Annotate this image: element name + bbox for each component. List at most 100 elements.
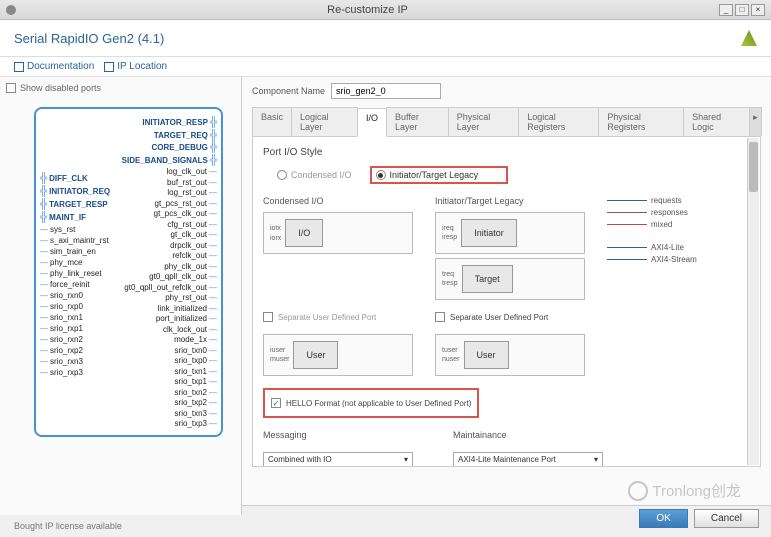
treq-label: treq <box>442 271 458 278</box>
output-pin: gt0_qpll_out_refclk_out — <box>124 283 217 292</box>
chevron-down-icon: ▾ <box>594 455 598 464</box>
output-pin: gt_clk_out — <box>171 230 217 239</box>
input-pin: — srio_rxp2 <box>40 346 110 355</box>
footer: OK Cancel <box>242 505 771 531</box>
ip-symbol[interactable]: ╬ DIFF_CLK╬ INITIATOR_REQ╬ TARGET_RESP╬ … <box>34 107 223 437</box>
ip-location-label: IP Location <box>117 61 167 72</box>
diagram-row-1: Condensed I/O iotxiorx I/O Initiator/Tar… <box>263 196 750 300</box>
output-pin: log_rst_out — <box>167 188 217 197</box>
input-pins: ╬ DIFF_CLK╬ INITIATOR_REQ╬ TARGET_RESP╬ … <box>40 117 110 427</box>
messaging-dropdown[interactable]: Combined with IO▾ <box>263 452 413 467</box>
minimize-icon[interactable]: _ <box>719 4 733 16</box>
hello-format-highlight: ✓HELLO Format (not applicable to User De… <box>263 388 479 418</box>
output-pin: srio_txp3 — <box>175 419 217 428</box>
target-box-wrap: treqtresp Target <box>435 258 585 300</box>
doc-icon <box>14 62 24 72</box>
diagram-row-3: iusermuserUser tusernuserUser <box>263 334 750 376</box>
tab-physical-registers[interactable]: Physical Registers <box>598 107 684 136</box>
documentation-link[interactable]: Documentation <box>14 61 94 72</box>
input-pin: — srio_rxp1 <box>40 324 110 333</box>
show-disabled-checkbox[interactable]: Show disabled ports <box>6 83 235 93</box>
left-panel: Show disabled ports ╬ DIFF_CLK╬ INITIATO… <box>0 77 242 515</box>
output-pin: srio_txn0 — <box>175 346 217 355</box>
output-pin: phy_clk_out — <box>164 262 217 271</box>
input-pin: — phy_mce <box>40 258 110 267</box>
input-pin: — force_reinit <box>40 280 110 289</box>
output-pin: srio_txp0 — <box>175 356 217 365</box>
output-pin: gt_pcs_rst_out — <box>155 199 217 208</box>
legend-mixed: mixed <box>651 220 672 229</box>
radio-condensed[interactable]: Condensed I/O <box>277 170 352 180</box>
window-title: Re-customize IP <box>16 4 719 16</box>
show-disabled-label: Show disabled ports <box>20 83 101 93</box>
user-box-gray-2: User <box>464 341 509 369</box>
output-pin: cfg_rst_out — <box>167 220 217 229</box>
output-pin: port_initialized — <box>156 314 217 323</box>
legend-axi4stream: AXI4-Stream <box>651 255 697 264</box>
tab-physical-layer[interactable]: Physical Layer <box>448 107 520 136</box>
maximize-icon[interactable]: □ <box>735 4 749 16</box>
folder-icon <box>104 62 114 72</box>
tab-basic[interactable]: Basic <box>252 107 292 136</box>
cancel-button[interactable]: Cancel <box>694 509 759 528</box>
iorx-label: iorx <box>270 235 281 242</box>
menu-icon[interactable] <box>6 5 16 15</box>
sep-user-port-legacy[interactable]: Separate User Defined Port <box>435 312 585 322</box>
close-icon[interactable]: × <box>751 4 765 16</box>
chevron-down-icon: ▾ <box>404 455 408 464</box>
output-pin: link_initialized — <box>158 304 217 313</box>
legend: requests responses mixed AXI4-Lite AXI4-… <box>607 196 697 300</box>
maintenance-title: Maintainance <box>453 430 603 440</box>
tab-io-content: Port I/O Style Condensed I/O Initiator/T… <box>252 137 761 467</box>
ok-button[interactable]: OK <box>639 509 687 528</box>
legacy-column: Initiator/Target Legacy ireqiresp Initia… <box>435 196 585 300</box>
legend-axi4lite: AXI4-Lite <box>651 243 684 252</box>
radio-icon <box>376 170 386 180</box>
input-pin: — phy_link_reset <box>40 269 110 278</box>
checkbox-icon <box>6 83 16 93</box>
input-pin: ╬ TARGET_RESP <box>40 199 110 210</box>
output-pin: srio_txp1 — <box>175 377 217 386</box>
tab-buffer-layer[interactable]: Buffer Layer <box>386 107 449 136</box>
radio-condensed-label: Condensed I/O <box>291 170 352 180</box>
radio-legacy-label: Initiator/Target Legacy <box>390 170 479 180</box>
output-pin: gt_pcs_clk_out — <box>154 209 217 218</box>
ireq-label: ireq <box>442 225 457 232</box>
bus-pin: CORE_DEBUG ╬ <box>151 142 217 153</box>
input-pin: — srio_rxp0 <box>40 302 110 311</box>
output-pin: clk_lock_out — <box>163 325 217 334</box>
radio-legacy[interactable]: Initiator/Target Legacy <box>370 166 509 184</box>
input-pin: ╬ MAINT_IF <box>40 212 110 223</box>
tab-shared-logic[interactable]: Shared Logic <box>683 107 750 136</box>
tab-scroll-right[interactable]: ▸ <box>749 107 762 136</box>
initiator-box: Initiator <box>461 219 517 247</box>
maint-port-dropdown[interactable]: AXI4-Lite Maintenance Port▾ <box>453 452 603 467</box>
ip-location-link[interactable]: IP Location <box>104 61 167 72</box>
scrollbar-thumb[interactable] <box>749 142 758 192</box>
user-box-gray-1: User <box>293 341 338 369</box>
input-pin: — srio_rxn3 <box>40 357 110 366</box>
bus-pin: SIDE_BAND_SIGNALS ╬ <box>122 155 217 166</box>
window-buttons: _ □ × <box>719 4 765 16</box>
tab-logical-layer[interactable]: Logical Layer <box>291 107 358 136</box>
scrollbar[interactable] <box>747 138 759 465</box>
component-name-row: Component Name <box>252 83 761 99</box>
legend-responses: responses <box>651 208 688 217</box>
messaging-col: Messaging Combined with IO▾ ✓HELLO Forma… <box>263 430 413 467</box>
hello-format-checkbox[interactable]: ✓HELLO Format (not applicable to User De… <box>271 398 471 408</box>
component-name-label: Component Name <box>252 86 325 96</box>
output-pin: srio_txp2 — <box>175 398 217 407</box>
io-style-radios: Condensed I/O Initiator/Target Legacy <box>277 166 750 184</box>
component-name-input[interactable] <box>331 83 441 99</box>
nuser-label: nuser <box>442 356 460 363</box>
condensed-title: Condensed I/O <box>263 196 413 206</box>
vendor-logo-icon <box>741 30 757 46</box>
titlebar: Re-customize IP _ □ × <box>0 0 771 20</box>
bus-pin: INITIATOR_RESP ╬ <box>142 117 217 128</box>
output-pin: srio_txn2 — <box>175 388 217 397</box>
output-pin: drpclk_out — <box>170 241 217 250</box>
user-box-1: iusermuserUser <box>263 334 413 376</box>
tab-i-o[interactable]: I/O <box>357 108 387 137</box>
output-pin: buf_rst_out — <box>167 178 217 187</box>
tab-logical-registers[interactable]: Logical Registers <box>518 107 599 136</box>
